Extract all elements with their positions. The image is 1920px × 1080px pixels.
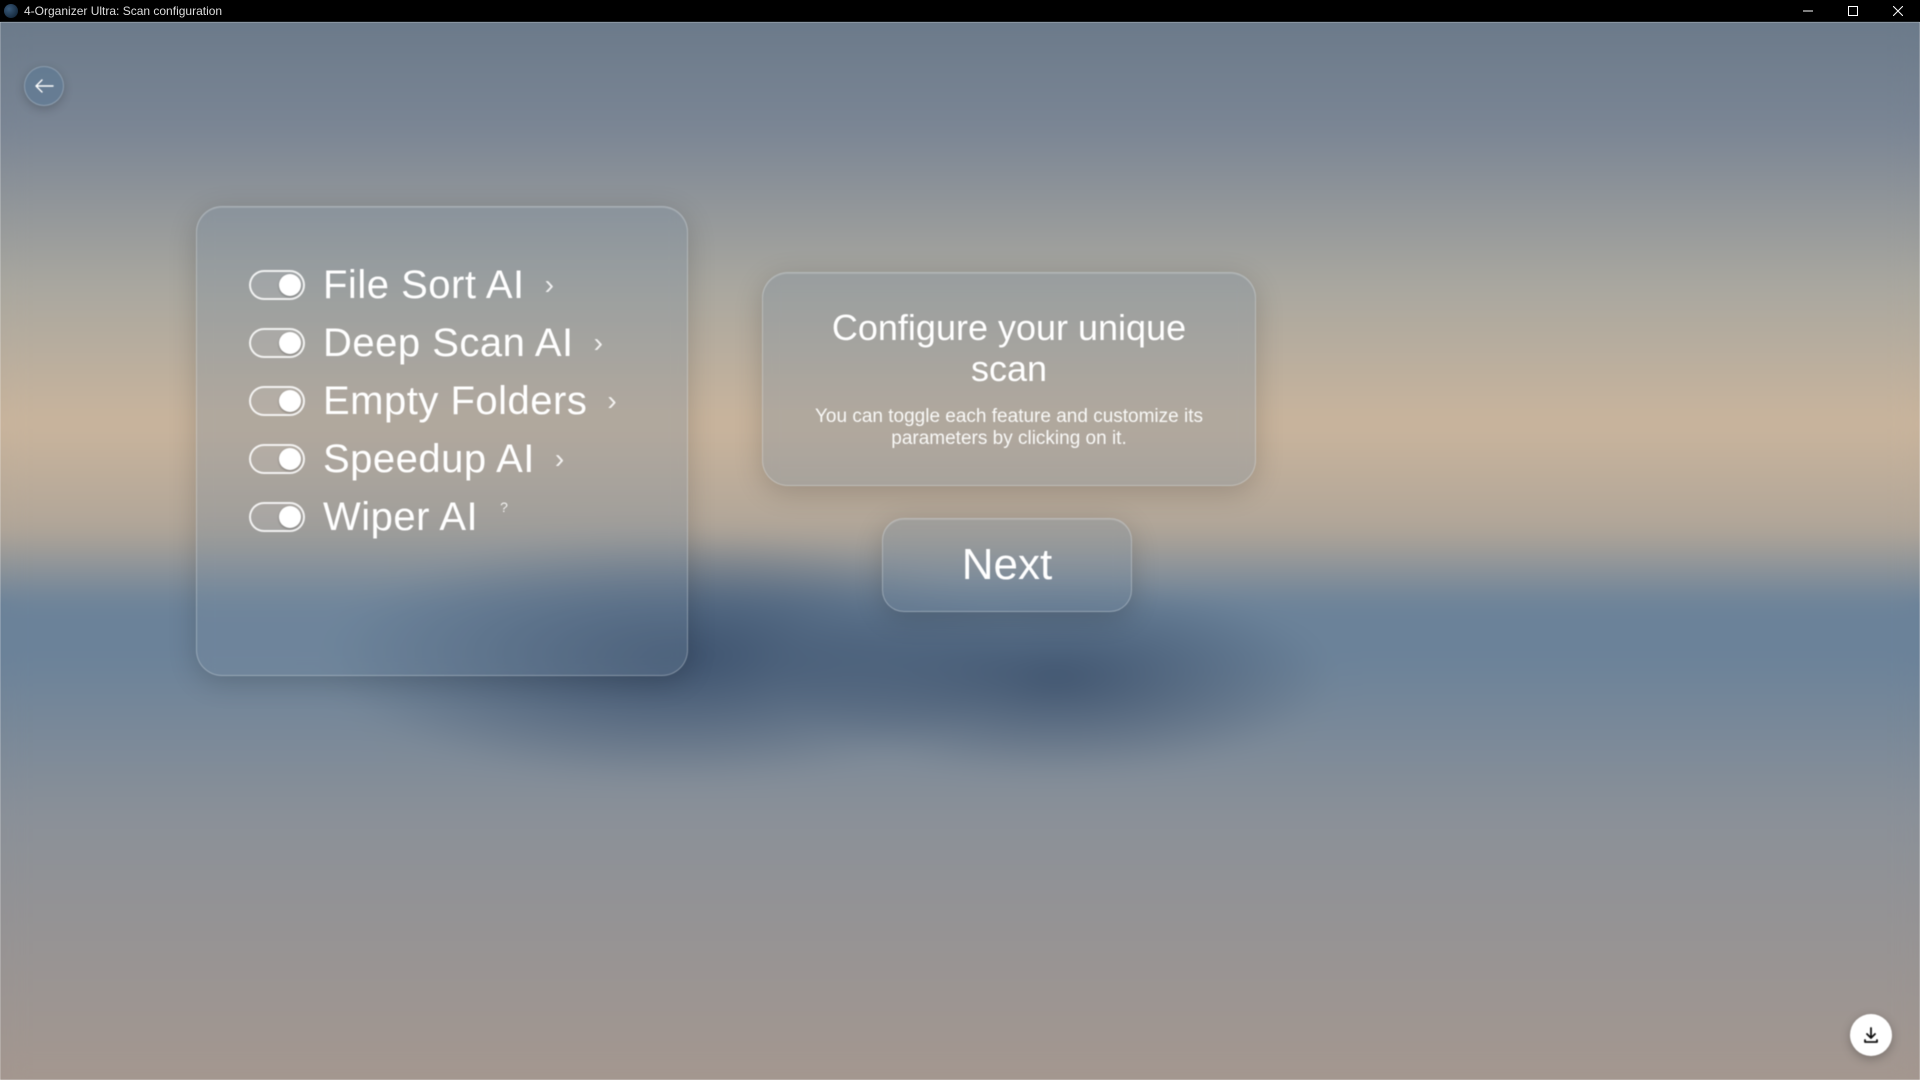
feature-empty-folders[interactable]: Empty Folders › [249, 381, 647, 421]
download-icon [1861, 1025, 1881, 1045]
arrow-left-icon [34, 79, 54, 93]
info-title: Configure your unique scan [807, 307, 1211, 390]
chevron-right-icon: › [555, 443, 564, 475]
feature-label: Speedup AI [323, 439, 535, 479]
window-minimize-button[interactable] [1785, 0, 1830, 22]
feature-label: Wiper AI [323, 497, 478, 537]
next-button-label: Next [962, 540, 1052, 590]
chevron-right-icon: › [594, 327, 603, 359]
feature-file-sort-ai[interactable]: File Sort AI › [249, 265, 647, 305]
feature-speedup-ai[interactable]: Speedup AI › [249, 439, 647, 479]
window-titlebar: 4-Organizer Ultra: Scan configuration [0, 0, 1920, 22]
window-title: 4-Organizer Ultra: Scan configuration [24, 4, 222, 18]
toggle-speedup-ai[interactable] [249, 444, 305, 474]
feature-label: Empty Folders [323, 381, 587, 421]
download-button[interactable] [1850, 1014, 1892, 1056]
window-maximize-button[interactable] [1830, 0, 1875, 22]
toggle-empty-folders[interactable] [249, 386, 305, 416]
chevron-right-icon: › [607, 385, 616, 417]
features-card: File Sort AI › Deep Scan AI › Empty Fold… [196, 206, 688, 676]
toggle-file-sort-ai[interactable] [249, 270, 305, 300]
feature-wiper-ai[interactable]: Wiper AI ? [249, 497, 647, 537]
next-button[interactable]: Next [882, 518, 1132, 612]
info-subtitle: You can toggle each feature and customiz… [807, 406, 1211, 450]
window-close-button[interactable] [1875, 0, 1920, 22]
toggle-wiper-ai[interactable] [249, 502, 305, 532]
chevron-right-icon: › [545, 269, 554, 301]
app-icon [4, 4, 18, 18]
feature-label: File Sort AI [323, 265, 525, 305]
help-icon[interactable]: ? [500, 499, 508, 515]
back-button[interactable] [24, 66, 64, 106]
toggle-deep-scan-ai[interactable] [249, 328, 305, 358]
info-card: Configure your unique scan You can toggl… [762, 272, 1256, 486]
feature-label: Deep Scan AI [323, 323, 574, 363]
feature-deep-scan-ai[interactable]: Deep Scan AI › [249, 323, 647, 363]
